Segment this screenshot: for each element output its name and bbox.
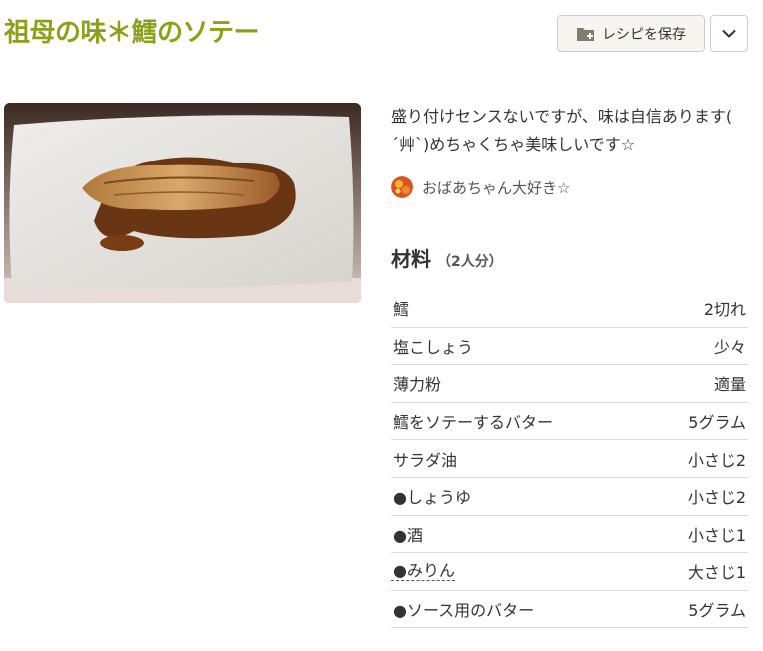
ingredient-name: 鱈 xyxy=(393,300,410,320)
author-avatar xyxy=(391,176,413,198)
ingredient-quantity: 適量 xyxy=(713,375,746,395)
servings: （2人分） xyxy=(437,254,503,270)
ingredient-row: ●しょうゆ 小さじ2 xyxy=(391,478,748,516)
ingredient-row: 塩こしょう 少々 xyxy=(391,328,748,366)
ingredient-row: ●ソース用のバター 5グラム xyxy=(391,591,748,629)
ingredient-row: サラダ油 小さじ2 xyxy=(391,440,748,478)
more-options-button[interactable] xyxy=(710,15,748,52)
author-name: おばあちゃん大好き☆ xyxy=(422,178,571,197)
ingredients-title: 材料 xyxy=(391,247,431,271)
ingredient-quantity: 2切れ xyxy=(703,300,746,320)
ingredient-name: サラダ油 xyxy=(393,450,458,470)
ingredient-quantity: 小さじ1 xyxy=(687,525,746,545)
ingredient-quantity: 少々 xyxy=(713,337,746,357)
ingredient-quantity: 5グラム xyxy=(688,413,746,433)
ingredient-row: 薄力粉 適量 xyxy=(391,365,748,403)
ingredient-row: 鱈 2切れ xyxy=(391,290,748,328)
ingredient-name: ●酒 xyxy=(393,525,423,545)
ingredients-heading: 材料 （2人分） xyxy=(391,243,503,272)
save-recipe-label: レシピを保存 xyxy=(602,26,686,43)
recipe-title: 祖母の味＊鱈のソテー xyxy=(4,18,260,48)
ingredient-name: 鱈をソテーするバター xyxy=(393,413,554,433)
ingredient-name: 塩こしょう xyxy=(393,337,474,357)
ingredient-row: ●酒 小さじ1 xyxy=(391,516,748,554)
ingredient-quantity: 小さじ2 xyxy=(687,450,746,470)
ingredient-row: ●みりん 大さじ1 xyxy=(391,553,748,591)
chevron-down-icon xyxy=(722,29,736,37)
ingredient-quantity: 5グラム xyxy=(688,601,746,621)
ingredient-name: ●ソース用のバター xyxy=(393,601,535,621)
ingredients-list: 鱈 2切れ 塩こしょう 少々 薄力粉 適量 鱈をソテーするバター 5グラム サラ… xyxy=(391,290,748,629)
recipe-photo xyxy=(4,103,361,303)
ingredient-name-link[interactable]: ●みりん xyxy=(391,561,455,581)
ingredient-quantity: 大さじ1 xyxy=(687,563,746,583)
ingredient-name: ●しょうゆ xyxy=(393,488,471,508)
recipe-description: 盛り付けセンスないですが、味は自信あります( ´艸`)めちゃくちゃ美味しいです☆ xyxy=(391,107,733,154)
ingredient-quantity: 小さじ2 xyxy=(687,488,746,508)
ingredient-name: 薄力粉 xyxy=(393,375,442,395)
folder-add-icon xyxy=(576,25,596,43)
ingredient-row: 鱈をソテーするバター 5グラム xyxy=(391,403,748,441)
author-link[interactable]: おばあちゃん大好き☆ xyxy=(391,176,570,198)
save-recipe-button[interactable]: レシピを保存 xyxy=(557,15,705,52)
